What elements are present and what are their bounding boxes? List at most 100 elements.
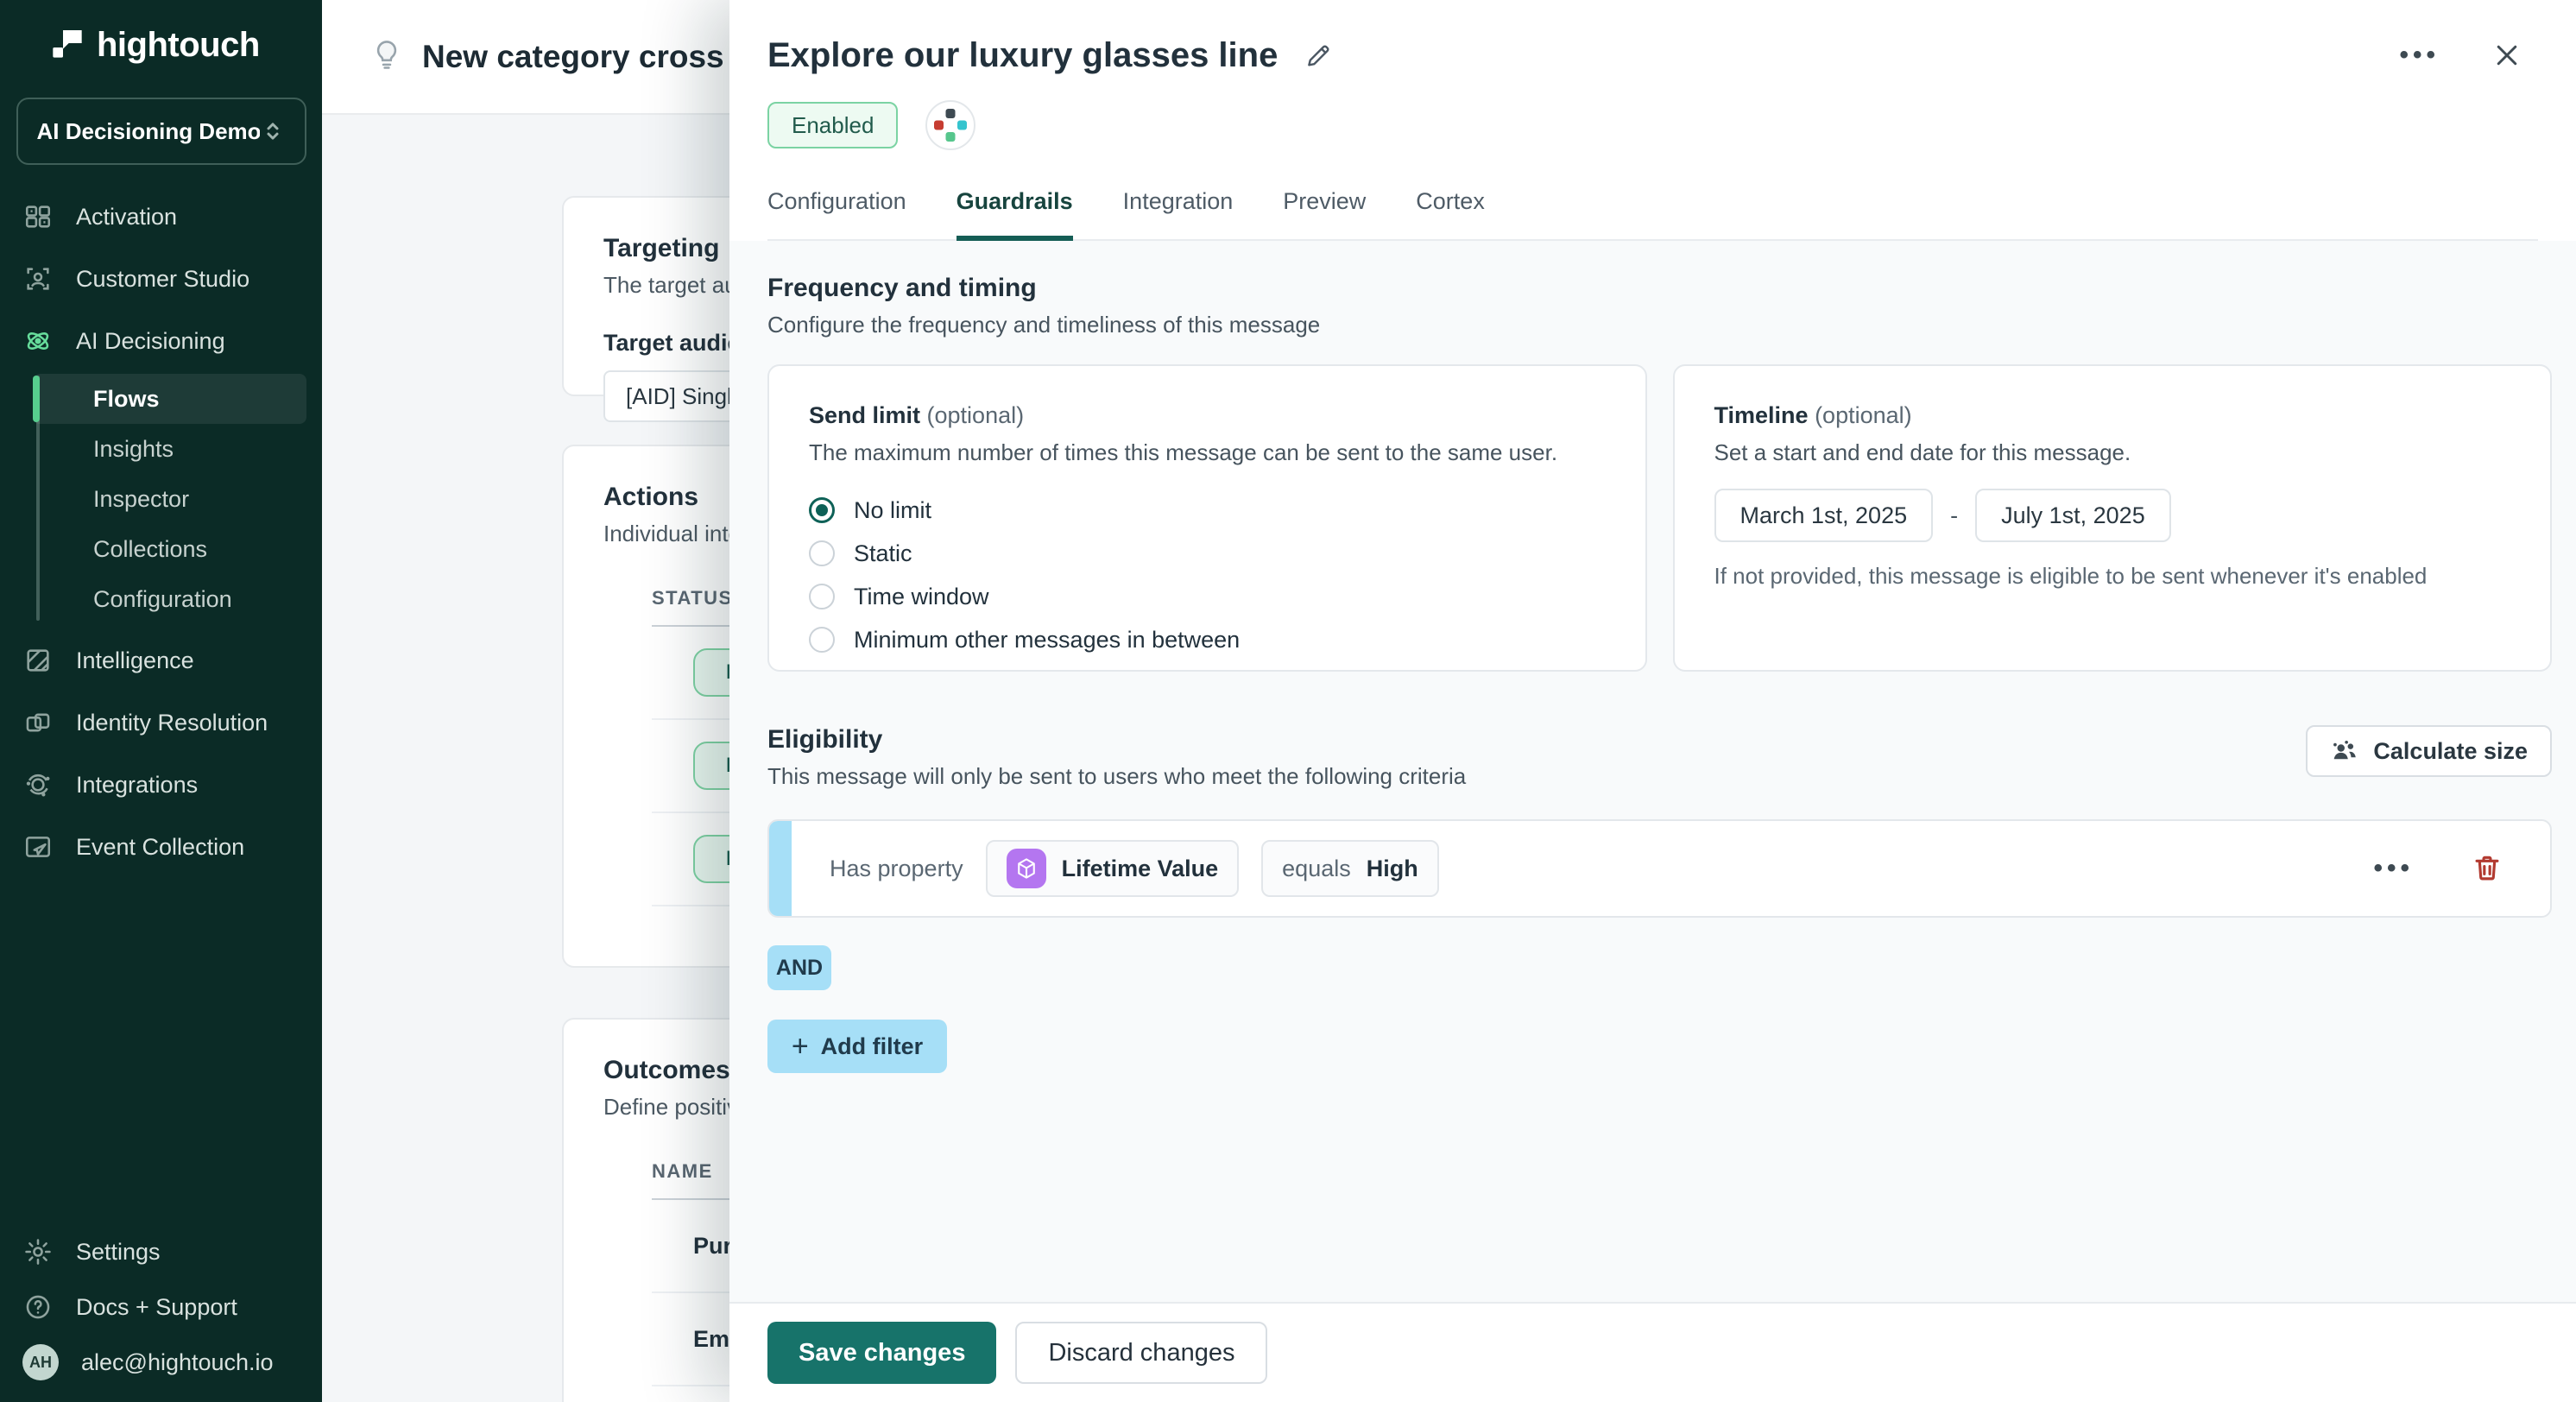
operator-value-chip[interactable]: equals High	[1261, 840, 1439, 897]
workspace-switcher[interactable]: AI Decisioning Demo – e...	[16, 98, 306, 165]
sidebar-item-integrations[interactable]: Integrations	[0, 754, 322, 816]
subnav-label: Inspector	[93, 486, 189, 513]
tab-cortex[interactable]: Cortex	[1416, 188, 1485, 241]
lightbulb-icon	[370, 38, 403, 75]
sidebar-item-ai-decisioning[interactable]: AI Decisioning	[0, 310, 322, 372]
delete-filter-button[interactable]	[2466, 847, 2509, 890]
radio-input[interactable]	[809, 540, 835, 566]
discard-changes-button[interactable]: Discard changes	[1015, 1322, 1267, 1384]
start-date-input[interactable]: March 1st, 2025	[1714, 489, 1934, 542]
close-drawer-button[interactable]	[2486, 35, 2528, 76]
hightouch-logo-icon	[50, 26, 85, 65]
status-badge: Enabled	[767, 102, 898, 148]
operator-label: equals	[1282, 856, 1351, 882]
guardrails-panel: Frequency and timing Configure the frequ…	[729, 241, 2576, 1302]
pencil-icon	[1304, 41, 1333, 70]
property-cube-icon	[1007, 849, 1046, 888]
sidebar: hightouch AI Decisioning Demo – e... Act…	[0, 0, 322, 1402]
intelligence-icon	[22, 645, 54, 676]
subnav-label: Insights	[93, 436, 174, 463]
property-name: Lifetime Value	[1062, 856, 1219, 882]
radio-time-window[interactable]: Time window	[809, 575, 1606, 618]
destination-avatar-icon	[925, 100, 975, 150]
send-limit-card: Send limit (optional) The maximum number…	[767, 364, 1647, 672]
plus-icon: +	[792, 1032, 809, 1061]
filter-prefix: Has property	[830, 856, 963, 882]
tab-guardrails[interactable]: Guardrails	[957, 188, 1073, 241]
send-limit-title: Send limit	[809, 402, 920, 428]
sidebar-item-account[interactable]: AH alec@hightouch.io	[0, 1335, 322, 1390]
and-conjunction-badge: AND	[767, 945, 831, 990]
radio-no-limit[interactable]: No limit	[809, 489, 1606, 532]
timeline-title: Timeline	[1714, 402, 1809, 428]
event-collection-icon	[22, 831, 54, 862]
timeline-description: Set a start and end date for this messag…	[1714, 439, 2511, 466]
nav-label: AI Decisioning	[76, 328, 225, 355]
filter-more-options-button[interactable]: •••	[2368, 850, 2419, 887]
sidebar-item-identity-resolution[interactable]: Identity Resolution	[0, 692, 322, 754]
send-limit-options: No limit Static Time window Minimum othe…	[809, 489, 1606, 661]
customer-studio-icon	[22, 263, 54, 294]
sidebar-item-docs-support[interactable]: Docs + Support	[0, 1279, 322, 1335]
workspace-name: AI Decisioning Demo – e...	[37, 118, 260, 145]
save-changes-button[interactable]: Save changes	[767, 1322, 996, 1384]
sidebar-item-event-collection[interactable]: Event Collection	[0, 816, 322, 878]
nav-label: Activation	[76, 204, 177, 231]
drawer-header: Explore our luxury glasses line ••• Enab…	[729, 0, 2576, 241]
sidebar-item-intelligence[interactable]: Intelligence	[0, 629, 322, 692]
tab-configuration[interactable]: Configuration	[767, 188, 906, 241]
radio-input[interactable]	[809, 497, 835, 523]
end-date-input[interactable]: July 1st, 2025	[1975, 489, 2171, 542]
optional-label: (optional)	[1815, 402, 1912, 428]
ai-decisioning-icon	[22, 325, 54, 357]
edit-title-button[interactable]	[1298, 35, 1338, 75]
property-chip[interactable]: Lifetime Value	[986, 840, 1240, 897]
calculate-size-button[interactable]: Calculate size	[2306, 725, 2552, 777]
radio-input[interactable]	[809, 627, 835, 653]
nav-label: Identity Resolution	[76, 710, 268, 736]
timeline-helper-text: If not provided, this message is eligibl…	[1714, 563, 2511, 590]
sidebar-item-activation[interactable]: Activation	[0, 186, 322, 248]
sidebar-item-collections[interactable]: Collections	[33, 524, 306, 574]
sidebar-item-insights[interactable]: Insights	[33, 424, 306, 474]
value-label: High	[1367, 856, 1418, 882]
add-filter-label: Add filter	[821, 1033, 924, 1060]
more-options-button[interactable]: •••	[2394, 37, 2445, 73]
radio-static[interactable]: Static	[809, 532, 1606, 575]
ellipsis-icon: •••	[2373, 856, 2414, 881]
tab-preview[interactable]: Preview	[1283, 188, 1366, 241]
close-icon	[2491, 40, 2522, 71]
sidebar-item-inspector[interactable]: Inspector	[33, 474, 306, 524]
eligibility-filter-row: Has property Lifetime Value equals High …	[767, 819, 2552, 918]
sidebar-item-settings[interactable]: Settings	[0, 1224, 322, 1279]
calculate-size-label: Calculate size	[2373, 738, 2528, 765]
subnav-label: Collections	[93, 536, 207, 563]
workflow-icon	[22, 201, 54, 232]
sidebar-item-configuration[interactable]: Configuration	[33, 574, 306, 624]
integrations-icon	[22, 769, 54, 800]
user-email: alec@hightouch.io	[81, 1349, 274, 1376]
logo-text: hightouch	[97, 26, 260, 65]
gear-icon	[22, 1236, 54, 1267]
frequency-section-title: Frequency and timing	[767, 274, 2552, 303]
radio-label: Static	[854, 540, 912, 567]
radio-input[interactable]	[809, 584, 835, 609]
drawer-footer: Save changes Discard changes	[729, 1302, 2576, 1402]
sidebar-nav: Activation Customer Studio AI Decisionin…	[0, 186, 322, 878]
add-filter-button[interactable]: + Add filter	[767, 1020, 947, 1073]
hightouch-logo[interactable]: hightouch	[0, 0, 322, 65]
tab-integration[interactable]: Integration	[1123, 188, 1234, 241]
radio-minimum-other-messages[interactable]: Minimum other messages in between	[809, 618, 1606, 661]
ai-decisioning-subnav: Flows Insights Inspector Collections Con…	[0, 372, 322, 629]
nav-label: Settings	[76, 1239, 161, 1266]
sidebar-item-flows[interactable]: Flows	[33, 374, 306, 424]
sidebar-item-customer-studio[interactable]: Customer Studio	[0, 248, 322, 310]
app-root: hightouch AI Decisioning Demo – e... Act…	[0, 0, 2576, 1402]
trash-icon	[2471, 852, 2503, 885]
message-drawer: Explore our luxury glasses line ••• Enab…	[729, 0, 2576, 1402]
optional-label: (optional)	[927, 402, 1025, 428]
nav-label: Event Collection	[76, 834, 244, 861]
timeline-card: Timeline (optional) Set a start and end …	[1673, 364, 2553, 672]
nav-label: Docs + Support	[76, 1294, 237, 1321]
drawer-tabs: Configuration Guardrails Integration Pre…	[767, 188, 2538, 241]
